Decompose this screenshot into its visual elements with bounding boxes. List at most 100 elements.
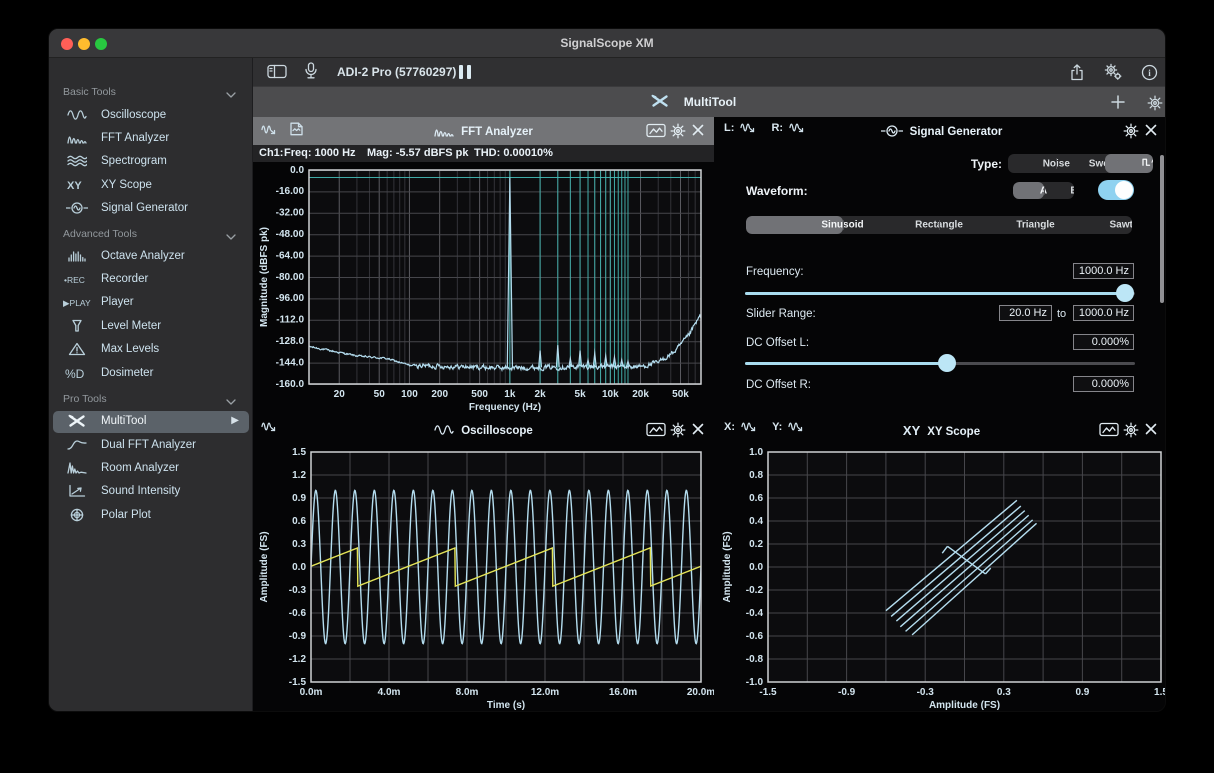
sidebar-toggle-icon[interactable] [267, 64, 287, 84]
range-to-field[interactable]: 1000.0 Hz [1073, 305, 1134, 321]
sidebar-item-room-analyzer[interactable]: Room Analyzer [53, 458, 249, 480]
oscilloscope-icon [61, 108, 93, 124]
disclosure-arrow-icon[interactable]: ▶ [231, 415, 239, 426]
dc-offset-r-field[interactable]: 0.000% [1073, 376, 1134, 392]
oscilloscope-panel: Oscilloscope [253, 416, 714, 712]
type-option-sweep[interactable]: Sweep [1056, 154, 1104, 173]
oscilloscope-plot[interactable] [253, 444, 714, 712]
sidebar-item-dosimeter[interactable]: %DDosimeter [53, 363, 249, 385]
waveform-sawtooth[interactable]: Sawtooth [1036, 216, 1133, 234]
xy-plot[interactable] [716, 444, 1166, 712]
waveform-triangle[interactable]: Triangle [939, 216, 1036, 234]
dc-offset-l-slider-thumb[interactable] [938, 354, 956, 372]
siggen-panel-header: L: R: Signal Generator [716, 117, 1166, 145]
waveform-a-option[interactable]: A [1013, 182, 1044, 199]
gear-icon[interactable] [1121, 123, 1141, 139]
waveform-sinusoid[interactable]: Sinusoid [746, 216, 843, 234]
plot-options-icon[interactable] [646, 123, 666, 139]
data-record-icon[interactable] [289, 122, 304, 139]
close-icon[interactable] [688, 422, 708, 438]
type-option-tones[interactable] [1105, 154, 1153, 173]
multitool-settings-icon[interactable] [1147, 95, 1163, 116]
device-name[interactable]: ADI-2 Pro (57760297) [337, 65, 456, 79]
fft-status-channel: Ch1: [259, 147, 283, 159]
close-icon[interactable] [1141, 123, 1161, 139]
fft-status-thd: THD: 0.00010% [474, 147, 553, 159]
sidebar-item-fft-analyzer[interactable]: FFT Analyzer [53, 128, 249, 150]
frequency-field[interactable]: 1000.0 Hz [1073, 263, 1134, 279]
dc-offset-l-slider[interactable] [745, 353, 1135, 373]
chevron-down-icon[interactable] [226, 89, 236, 101]
signal-input-y-icon[interactable] [788, 421, 804, 436]
scrollbar-thumb[interactable] [1160, 155, 1164, 303]
signal-generator-panel: L: R: Signal Generator Type: Noise Sweep… [716, 117, 1166, 416]
fft-plot[interactable] [253, 162, 714, 416]
dc-offset-r-label: DC Offset R: [746, 379, 811, 391]
signal-input-x-icon[interactable] [741, 421, 757, 436]
section-advanced-tools[interactable]: Advanced Tools [63, 228, 242, 244]
close-icon[interactable] [688, 123, 708, 139]
close-icon[interactable] [1141, 422, 1161, 438]
sidebar-item-dual-fft-analyzer[interactable]: Dual FFT Analyzer [53, 435, 249, 457]
svg-text:▶PLAY: ▶PLAY [63, 298, 91, 308]
svg-text:i: i [1148, 68, 1151, 78]
signal-input-icon[interactable] [261, 124, 277, 139]
sidebar-item-oscilloscope[interactable]: Oscilloscope [53, 105, 249, 127]
frequency-slider[interactable] [745, 283, 1135, 303]
chevron-down-icon[interactable] [226, 231, 236, 243]
sidebar-item-level-meter[interactable]: Level Meter [53, 316, 249, 338]
sidebar-item-signal-generator[interactable]: Signal Generator [53, 198, 249, 220]
sidebar-item-octave-analyzer[interactable]: Octave Analyzer [53, 246, 249, 268]
range-from-field[interactable]: 20.0 Hz [999, 305, 1052, 321]
multitool-icon [61, 414, 93, 430]
share-icon[interactable] [1069, 64, 1085, 86]
plot-options-icon[interactable] [646, 422, 666, 438]
ab-segmented-control: A B [1013, 182, 1074, 199]
sidebar-item-player[interactable]: ▶PLAYPlayer [53, 292, 249, 314]
signal-generator-icon [881, 124, 903, 141]
multitool-bar-title: MultiTool [253, 95, 1166, 109]
dual-fft-icon [61, 438, 93, 454]
fft-icon [61, 131, 93, 147]
signal-output-right-icon[interactable] [789, 122, 805, 137]
waveform-segmented-control: Sinusoid Rectangle Triangle Sawtooth [746, 216, 1132, 234]
app-window: SignalScope XM Basic Tools Oscilloscope … [48, 28, 1166, 712]
waveform-rectangle[interactable]: Rectangle [843, 216, 940, 234]
xy-icon: XY [61, 178, 93, 194]
sidebar-item-polar-plot[interactable]: Polar Plot [53, 505, 249, 527]
type-option-noise[interactable]: Noise [1008, 154, 1056, 173]
signal-input-icon[interactable] [261, 421, 277, 436]
sidebar-item-spectrogram[interactable]: Spectrogram [53, 151, 249, 173]
output-toggle[interactable] [1098, 180, 1134, 200]
dc-offset-l-field[interactable]: 0.000% [1073, 334, 1134, 350]
slider-range-label: Slider Range: [746, 308, 816, 320]
sidebar-item-max-levels[interactable]: Max Levels [53, 339, 249, 361]
type-label: Type: [971, 157, 1002, 171]
sound-intensity-icon [61, 484, 93, 500]
sidebar-item-xy-scope[interactable]: XYXY Scope [53, 175, 249, 197]
add-tool-button[interactable] [1111, 95, 1125, 114]
left-channel-label: L: [724, 122, 734, 134]
fft-panel-header: FFT Analyzer [253, 117, 714, 145]
info-icon[interactable]: i [1141, 64, 1158, 86]
sidebar-item-multitool[interactable]: MultiTool▶ [53, 411, 249, 433]
section-pro-tools[interactable]: Pro Tools [63, 393, 242, 409]
gear-icon[interactable] [668, 123, 688, 139]
right-channel-label: R: [771, 122, 783, 134]
plot-options-icon[interactable] [1099, 422, 1119, 438]
waveform-b-option[interactable]: B [1044, 182, 1075, 199]
frequency-slider-thumb[interactable] [1116, 284, 1134, 302]
mic-icon[interactable] [303, 62, 319, 86]
signal-output-left-icon[interactable] [740, 122, 756, 137]
svg-text:XY: XY [67, 180, 82, 192]
fft-status-mag: Mag: -5.57 dBFS pk [367, 147, 468, 159]
chevron-down-icon[interactable] [226, 396, 236, 408]
x-channel-label: X: [724, 421, 735, 433]
gear-icon[interactable] [1121, 422, 1141, 438]
pause-button[interactable] [459, 65, 471, 79]
section-basic-tools[interactable]: Basic Tools [63, 86, 242, 102]
gears-icon[interactable] [1103, 63, 1123, 86]
gear-icon[interactable] [668, 422, 688, 438]
sidebar-item-sound-intensity[interactable]: Sound Intensity [53, 481, 249, 503]
sidebar-item-recorder[interactable]: •RECRecorder [53, 269, 249, 291]
